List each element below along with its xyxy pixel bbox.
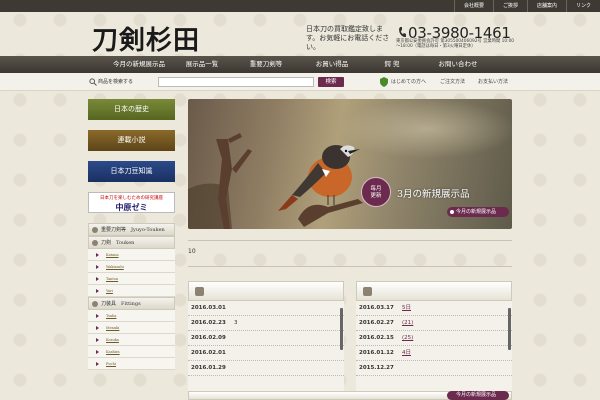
toplink-greeting[interactable]: ご挨拶 [492, 0, 527, 12]
nav-contact[interactable]: お問い合わせ [421, 56, 495, 73]
tagline: 日本刀の買取鑑定致します。お気軽にお電話ください。 [306, 25, 390, 51]
toplink-links[interactable]: リンク [565, 0, 600, 12]
section-icon [92, 227, 98, 233]
search-button[interactable]: 検索 [318, 77, 344, 87]
panel-header-left [188, 281, 344, 301]
section-icon [92, 240, 98, 246]
arrow-right-icon [96, 265, 99, 269]
nav-new-items[interactable]: 今月の新規展示品 [105, 56, 173, 73]
list-item[interactable]: 2016.03.01 [188, 301, 344, 316]
toplink-company[interactable]: 会社概要 [453, 0, 493, 12]
banner-sword-knowledge[interactable]: 日本刀豆知識 [88, 161, 175, 182]
scrollbar-left[interactable] [340, 308, 343, 350]
sidebar: 日本の歴史 連載小説 日本刀豆知識 日本刀を楽しむための研究講座 中原ゼミ 重要… [88, 99, 175, 370]
panel-header-right [356, 281, 512, 301]
nav-tsuba[interactable]: 鍔 兜 [363, 56, 421, 73]
banner-japan-history[interactable]: 日本の歴史 [88, 99, 175, 120]
arrow-right-icon [96, 289, 99, 293]
site-logo[interactable]: 刀剣杉田 [92, 20, 200, 57]
search-row: 商品を検索する 検索 はじめての方へ ご注文方法 お支払い方法 [0, 73, 600, 91]
sidebar-section-fittings[interactable]: 刀装具 Fittings [88, 297, 175, 310]
zemi-title: 中原ゼミ [115, 202, 148, 212]
first-visit-link[interactable]: はじめての方へ [391, 78, 426, 85]
sidebar-section-touken[interactable]: 刀剣 Touken [88, 236, 175, 249]
list-item[interactable]: 2015.12.27 [356, 361, 512, 376]
section-icon [92, 301, 98, 307]
banner-nakahara-zemi[interactable]: 日本刀を楽しむための研究講座 中原ゼミ [88, 192, 175, 213]
sidebar-item-menuki[interactable]: Menuki [88, 322, 175, 334]
sidebar-section-jyuyo[interactable]: 重要刀剣等 Jyuyo-Touken [88, 223, 175, 236]
divider-top [188, 240, 512, 241]
arrow-right-icon [96, 362, 99, 366]
sidebar-item-tsuba[interactable]: Tsuba [88, 310, 175, 322]
payment-link[interactable]: お支払い方法 [478, 78, 508, 85]
panel-crest-icon [363, 287, 372, 296]
search-input[interactable] [158, 77, 314, 87]
header: 刀剣杉田 日本刀の買取鑑定致します。お気軽にお電話ください。 03-3980-1… [0, 12, 600, 56]
list-item[interactable]: 2016.03.17 5日 [356, 301, 512, 316]
arrow-right-icon [96, 277, 99, 281]
business-hours: 東京都公安委員会許可 第305500406092号 営業時間 10:00～18:… [396, 39, 515, 49]
nav-exhibit-list[interactable]: 展示品一覧 [173, 56, 231, 73]
sidebar-item-wakizashi[interactable]: Wakizashi [88, 261, 175, 273]
list-item[interactable]: 2016.02.27 (21) [356, 316, 512, 331]
divider-bottom [188, 266, 512, 267]
news-panel-right: 2016.03.17 5日 2016.02.27 (21) 2016.02.15 (2… [356, 281, 512, 400]
toplink-store[interactable]: 店舗案内 [526, 0, 566, 12]
list-item[interactable]: 2016.01.29 [188, 361, 344, 376]
hero-title: 3月の新規展示品 [397, 189, 470, 200]
list-item[interactable]: 2016.02.15 (25) [356, 331, 512, 346]
arrow-right-icon [96, 314, 99, 318]
arrow-right-icon [96, 326, 99, 330]
monthly-update-badge: 毎月 更新 [361, 177, 391, 207]
search-label: 商品を検索する [98, 79, 134, 85]
nav-important-swords[interactable]: 重要刀剣等 [231, 56, 301, 73]
banner-serial-novel[interactable]: 連載小説 [88, 130, 175, 151]
list-item[interactable]: 2016.01.12 4日 [356, 346, 512, 361]
news-ticker: 10 [188, 248, 196, 255]
bottom-new-items-button[interactable]: 今月の新規展示品 [447, 391, 509, 400]
list-item[interactable]: 2016.02.01 [188, 346, 344, 361]
order-link[interactable]: ご注文方法 [440, 78, 465, 85]
list-item[interactable]: 2016.02.09 [188, 331, 344, 346]
panel-crest-icon [195, 287, 204, 296]
list-item[interactable]: 2016.02.23 3 [188, 316, 344, 331]
arrow-right-icon [96, 350, 99, 354]
sidebar-item-tantou[interactable]: Tantou [88, 273, 175, 285]
sidebar-item-fuchi[interactable]: Fuchi [88, 358, 175, 370]
search-icon [89, 78, 97, 86]
nav-bargains[interactable]: お買い得品 [301, 56, 363, 73]
sidebar-item-yari[interactable]: Yari [88, 285, 175, 297]
scrollbar-right[interactable] [508, 308, 511, 350]
sidebar-item-katana[interactable]: Katana [88, 249, 175, 261]
sidebar-item-kashira[interactable]: Kashira [88, 346, 175, 358]
arrow-right-icon [96, 253, 99, 257]
shield-icon [380, 77, 388, 87]
hero-new-items-button[interactable]: 今月の新規展示品 [447, 207, 509, 217]
main-nav: 今月の新規展示品 展示品一覧 重要刀剣等 お買い得品 鍔 兜 お問い合わせ [0, 56, 600, 73]
phone-icon [399, 27, 406, 37]
news-panel-left: 2016.03.01 2016.02.23 3 2016.02.09 2016.0… [188, 281, 344, 400]
sidebar-item-kozuka[interactable]: Kozuka [88, 334, 175, 346]
top-links: 会社概要 ご挨拶 店舗案内 リンク [453, 0, 600, 12]
arrow-right-icon [96, 338, 99, 342]
